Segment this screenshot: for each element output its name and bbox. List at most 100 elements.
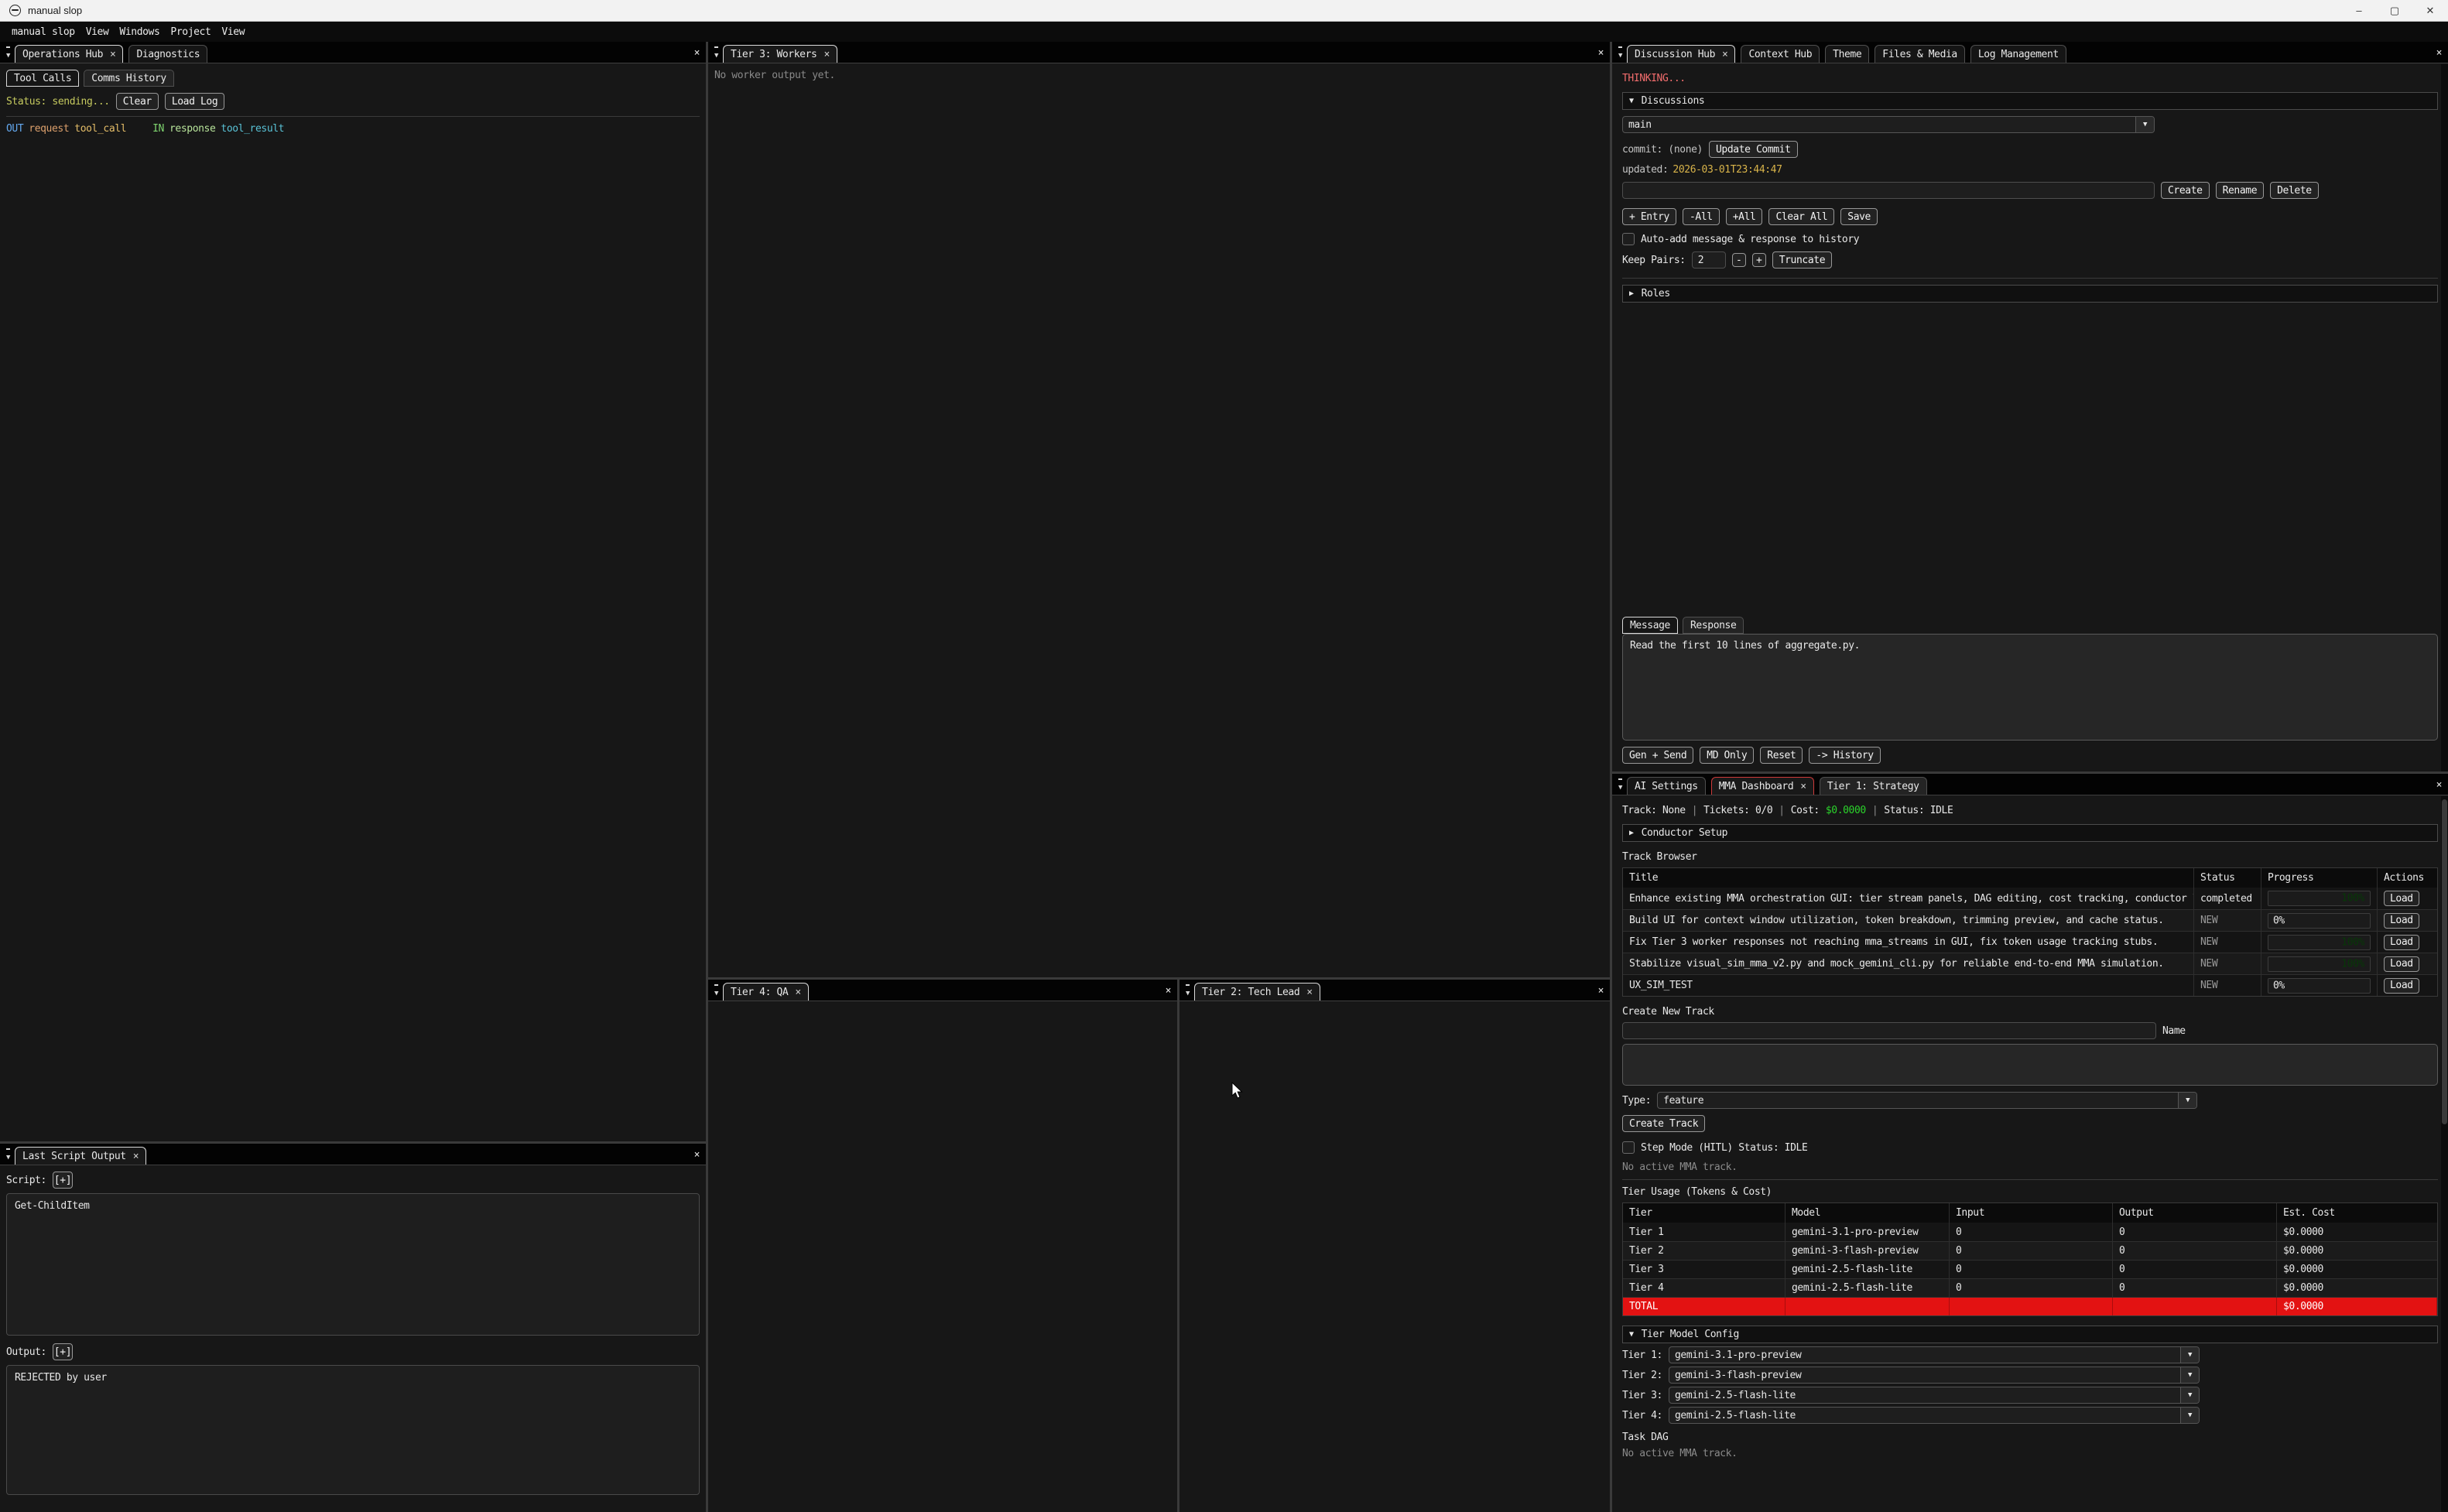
- tab-label: Files & Media: [1882, 49, 1957, 60]
- reset-button[interactable]: Reset: [1760, 747, 1803, 764]
- tab-tier4-qa[interactable]: Tier 4: QA ×: [723, 983, 809, 1001]
- load-button[interactable]: Load: [2384, 956, 2419, 972]
- script-content-box[interactable]: Get-ChildItem: [6, 1193, 700, 1336]
- step-mode-checkbox[interactable]: [1622, 1141, 1635, 1154]
- tier-model-select[interactable]: gemini-3.1-pro-preview ▼: [1669, 1346, 2200, 1363]
- window-close-icon[interactable]: ×: [694, 47, 700, 59]
- tab-tier1-strategy[interactable]: Tier 1: Strategy: [1820, 777, 1927, 795]
- to-history-button[interactable]: -> History: [1809, 747, 1880, 764]
- tier-model-select[interactable]: gemini-3-flash-preview ▼: [1669, 1367, 2200, 1384]
- window-close-icon[interactable]: ×: [1598, 47, 1604, 59]
- tab-close-icon[interactable]: ×: [1306, 987, 1312, 998]
- load-log-button[interactable]: Load Log: [165, 93, 224, 110]
- tab-diagnostics[interactable]: Diagnostics: [128, 45, 207, 63]
- tab-close-icon[interactable]: ×: [1722, 49, 1727, 60]
- discussion-name-input[interactable]: [1622, 182, 2155, 199]
- window-menu-icon[interactable]: ▼: [1186, 984, 1190, 1000]
- keep-pairs-input[interactable]: 2: [1692, 251, 1726, 269]
- load-button[interactable]: Load: [2384, 935, 2419, 950]
- create-button[interactable]: Create: [2161, 182, 2210, 199]
- tab-tool-calls[interactable]: Tool Calls: [6, 70, 79, 87]
- tab-close-icon[interactable]: ×: [795, 987, 800, 998]
- update-commit-button[interactable]: Update Commit: [1709, 141, 1798, 158]
- window-close-icon[interactable]: ×: [2436, 47, 2442, 59]
- clear-all-button[interactable]: Clear All: [1768, 208, 1834, 225]
- discussion-select[interactable]: main ▼: [1622, 116, 2155, 133]
- create-track-button[interactable]: Create Track: [1622, 1115, 1705, 1132]
- load-button[interactable]: Load: [2384, 978, 2419, 994]
- tier-model-config-collapsing-header[interactable]: ▼ Tier Model Config: [1622, 1326, 2438, 1343]
- close-icon[interactable]: ✕: [2412, 0, 2448, 21]
- truncate-button[interactable]: Truncate: [1772, 251, 1832, 269]
- expand-all-button[interactable]: +All: [1726, 208, 1763, 225]
- collapse-all-button[interactable]: -All: [1683, 208, 1720, 225]
- tab-operations-hub[interactable]: Operations Hub ×: [15, 45, 123, 63]
- load-button[interactable]: Load: [2384, 891, 2419, 906]
- menu-project[interactable]: Project: [165, 26, 216, 38]
- new-track-name-input[interactable]: [1622, 1022, 2156, 1039]
- track-title: Stabilize visual_sim_mma_v2.py and mock_…: [1623, 953, 2194, 974]
- maximize-icon[interactable]: ▢: [2377, 0, 2412, 21]
- track-type-select[interactable]: feature ▼: [1657, 1092, 2197, 1109]
- scrollbar-track[interactable]: [2441, 64, 2448, 771]
- tab-last-script-output[interactable]: Last Script Output ×: [15, 1147, 146, 1165]
- keep-pairs-decrement-button[interactable]: -: [1732, 253, 1746, 267]
- script-expand-button[interactable]: [+]: [53, 1172, 73, 1189]
- new-track-description-textarea[interactable]: [1622, 1044, 2438, 1086]
- window-menu-icon[interactable]: ▼: [1618, 46, 1622, 62]
- rename-button[interactable]: Rename: [2216, 182, 2265, 199]
- tab-comms-history[interactable]: Comms History: [84, 70, 174, 87]
- add-entry-button[interactable]: + Entry: [1622, 208, 1676, 225]
- window-close-icon[interactable]: ×: [1598, 985, 1604, 997]
- roles-collapsing-header[interactable]: ▶ Roles: [1622, 285, 2438, 303]
- tab-close-icon[interactable]: ×: [110, 49, 115, 60]
- minimize-icon[interactable]: –: [2341, 0, 2377, 21]
- window-close-icon[interactable]: ×: [1166, 985, 1171, 997]
- save-button[interactable]: Save: [1840, 208, 1878, 225]
- clear-button[interactable]: Clear: [116, 93, 159, 110]
- tool-call-log-row[interactable]: OUT request tool_call IN response tool_r…: [6, 123, 700, 135]
- tab-close-icon[interactable]: ×: [133, 1151, 139, 1162]
- menu-windows[interactable]: Windows: [114, 26, 165, 38]
- auto-add-checkbox[interactable]: [1622, 233, 1635, 245]
- tab-mma-dashboard[interactable]: MMA Dashboard ×: [1711, 777, 1814, 795]
- menu-view[interactable]: View: [80, 26, 115, 38]
- window-menu-icon[interactable]: ▼: [6, 46, 10, 62]
- tier-model-select[interactable]: gemini-2.5-flash-lite ▼: [1669, 1407, 2200, 1424]
- tab-message[interactable]: Message: [1622, 617, 1678, 634]
- output-expand-button[interactable]: [+]: [53, 1343, 73, 1360]
- tab-tier2-tech-lead[interactable]: Tier 2: Tech Lead ×: [1194, 983, 1320, 1001]
- window-menu-icon[interactable]: ▼: [1618, 778, 1622, 794]
- conductor-setup-label: Conductor Setup: [1642, 827, 1727, 839]
- usage-output: 0: [2113, 1242, 2277, 1260]
- tab-close-icon[interactable]: ×: [1800, 781, 1806, 792]
- load-button[interactable]: Load: [2384, 913, 2419, 929]
- tier-model-select[interactable]: gemini-2.5-flash-lite ▼: [1669, 1387, 2200, 1404]
- md-only-button[interactable]: MD Only: [1700, 747, 1754, 764]
- conductor-setup-collapsing-header[interactable]: ▶ Conductor Setup: [1622, 824, 2438, 842]
- tab-log-management[interactable]: Log Management: [1970, 45, 2066, 63]
- gen-send-button[interactable]: Gen + Send: [1622, 747, 1693, 764]
- scrollbar-thumb[interactable]: [2442, 799, 2447, 1124]
- tab-discussion-hub[interactable]: Discussion Hub ×: [1627, 45, 1735, 63]
- tab-files-media[interactable]: Files & Media: [1875, 45, 1965, 63]
- keep-pairs-increment-button[interactable]: +: [1752, 253, 1766, 267]
- tab-response[interactable]: Response: [1683, 617, 1744, 634]
- delete-button[interactable]: Delete: [2270, 182, 2319, 199]
- window-close-icon[interactable]: ×: [2436, 779, 2442, 791]
- window-close-icon[interactable]: ×: [694, 1149, 700, 1161]
- window-menu-icon[interactable]: ▼: [714, 46, 718, 62]
- tab-context-hub[interactable]: Context Hub: [1741, 45, 1820, 63]
- output-content-box[interactable]: REJECTED by user: [6, 1365, 700, 1495]
- window-menu-icon[interactable]: ▼: [6, 1148, 10, 1164]
- tab-ai-settings[interactable]: AI Settings: [1627, 777, 1706, 795]
- window-menu-icon[interactable]: ▼: [714, 984, 718, 1000]
- message-textarea[interactable]: Read the first 10 lines of aggregate.py.: [1622, 634, 2438, 741]
- scrollbar-track[interactable]: [2441, 796, 2448, 1512]
- discussions-collapsing-header[interactable]: ▼ Discussions: [1622, 92, 2438, 110]
- menu-manual-slop[interactable]: manual slop: [6, 26, 80, 38]
- tab-theme[interactable]: Theme: [1825, 45, 1869, 63]
- tab-close-icon[interactable]: ×: [823, 49, 829, 60]
- menu-view-2[interactable]: View: [216, 26, 250, 38]
- tab-tier3-workers[interactable]: Tier 3: Workers ×: [723, 45, 837, 63]
